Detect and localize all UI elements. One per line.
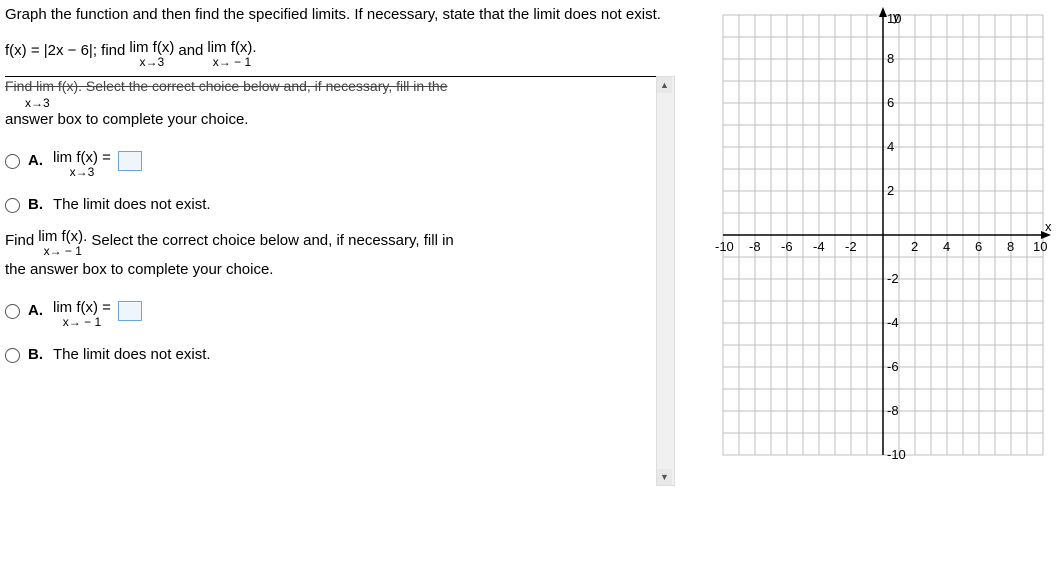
coordinate-grid[interactable]: y x 10 8 6 4 2 -2 -4 -6 -8 -10 -10 -8 -6… xyxy=(713,5,1053,465)
tick-xm4: -4 xyxy=(813,239,825,254)
tick-xm2: -2 xyxy=(845,239,857,254)
choice-a-label: A. xyxy=(28,300,43,319)
part2-a-input[interactable] xyxy=(118,301,142,321)
tick-xm6: -6 xyxy=(781,239,793,254)
func-prefix: f(x) = |2x − 6|; find xyxy=(5,40,125,59)
tick-y10: 10 xyxy=(887,11,901,26)
tick-ym6: -6 xyxy=(887,359,899,374)
tick-ym2: -2 xyxy=(887,271,899,286)
truncated-prev-line: Find lim f(x). Select the correct choice… xyxy=(5,76,675,94)
tick-x10: 10 xyxy=(1033,239,1047,254)
choice-b-label: B. xyxy=(28,194,43,213)
part2-find-line1: Find lim f(x). x→ − 1 Select the correct… xyxy=(5,229,675,257)
tick-xm10: -10 xyxy=(715,239,734,254)
part2-choice-a[interactable]: A. lim f(x) = x→ − 1 xyxy=(5,300,675,328)
part1-choice-b[interactable]: B. The limit does not exist. xyxy=(5,194,675,213)
tick-xm8: -8 xyxy=(749,239,761,254)
part1-a-limit: lim f(x) = x→3 xyxy=(53,150,111,178)
part2-choice-b[interactable]: B. The limit does not exist. xyxy=(5,344,675,363)
tick-x6: 6 xyxy=(975,239,982,254)
tick-y8: 8 xyxy=(887,51,894,66)
part2-choices: A. lim f(x) = x→ − 1 B. T xyxy=(5,300,675,363)
part2-a-limit: lim f(x) = x→ − 1 xyxy=(53,300,111,328)
scroll-down-icon[interactable]: ▼ xyxy=(657,469,672,485)
scrollable-answer-area: Find lim f(x). Select the correct choice… xyxy=(5,76,693,486)
question-intro: Graph the function and then find the spe… xyxy=(5,5,693,25)
part2-find-line2: the answer box to complete your choice. xyxy=(5,261,675,278)
x-axis-label: x xyxy=(1045,219,1052,234)
radio-icon[interactable] xyxy=(5,304,20,319)
limit-1: lim f(x) x→3 xyxy=(129,40,174,68)
scrollbar[interactable]: ▲ ▼ xyxy=(656,76,675,486)
tick-y4: 4 xyxy=(887,139,894,154)
tick-ym4: -4 xyxy=(887,315,899,330)
radio-icon[interactable] xyxy=(5,198,20,213)
function-definition: f(x) = |2x − 6|; find lim f(x) x→3 and l… xyxy=(5,40,693,68)
trunc-sub: x→3 xyxy=(25,96,50,109)
part2-b-text: The limit does not exist. xyxy=(53,344,211,363)
scroll-up-icon[interactable]: ▲ xyxy=(657,77,672,93)
find-suffix: Select the correct choice below and, if … xyxy=(91,229,453,251)
limit-2: lim f(x). x→ − 1 xyxy=(207,40,256,68)
tick-x2: 2 xyxy=(911,239,918,254)
radio-icon[interactable] xyxy=(5,154,20,169)
part1-a-input[interactable] xyxy=(118,151,142,171)
part1-choices: A. lim f(x) = x→3 B. The l xyxy=(5,150,675,213)
answer-box-instruction: answer box to complete your choice. xyxy=(5,111,675,128)
tick-y2: 2 xyxy=(887,183,894,198)
part1-choice-a[interactable]: A. lim f(x) = x→3 xyxy=(5,150,675,178)
find-prefix: Find xyxy=(5,229,34,251)
tick-ym8: -8 xyxy=(887,403,899,418)
radio-icon[interactable] xyxy=(5,348,20,363)
tick-ym10: -10 xyxy=(887,447,906,462)
part1-b-text: The limit does not exist. xyxy=(53,194,211,213)
choice-b-label: B. xyxy=(28,344,43,363)
tick-x8: 8 xyxy=(1007,239,1014,254)
choice-a-label: A. xyxy=(28,150,43,169)
tick-x4: 4 xyxy=(943,239,950,254)
and-text: and xyxy=(178,40,203,59)
part2-limit: lim f(x). x→ − 1 xyxy=(38,229,87,257)
tick-y6: 6 xyxy=(887,95,894,110)
